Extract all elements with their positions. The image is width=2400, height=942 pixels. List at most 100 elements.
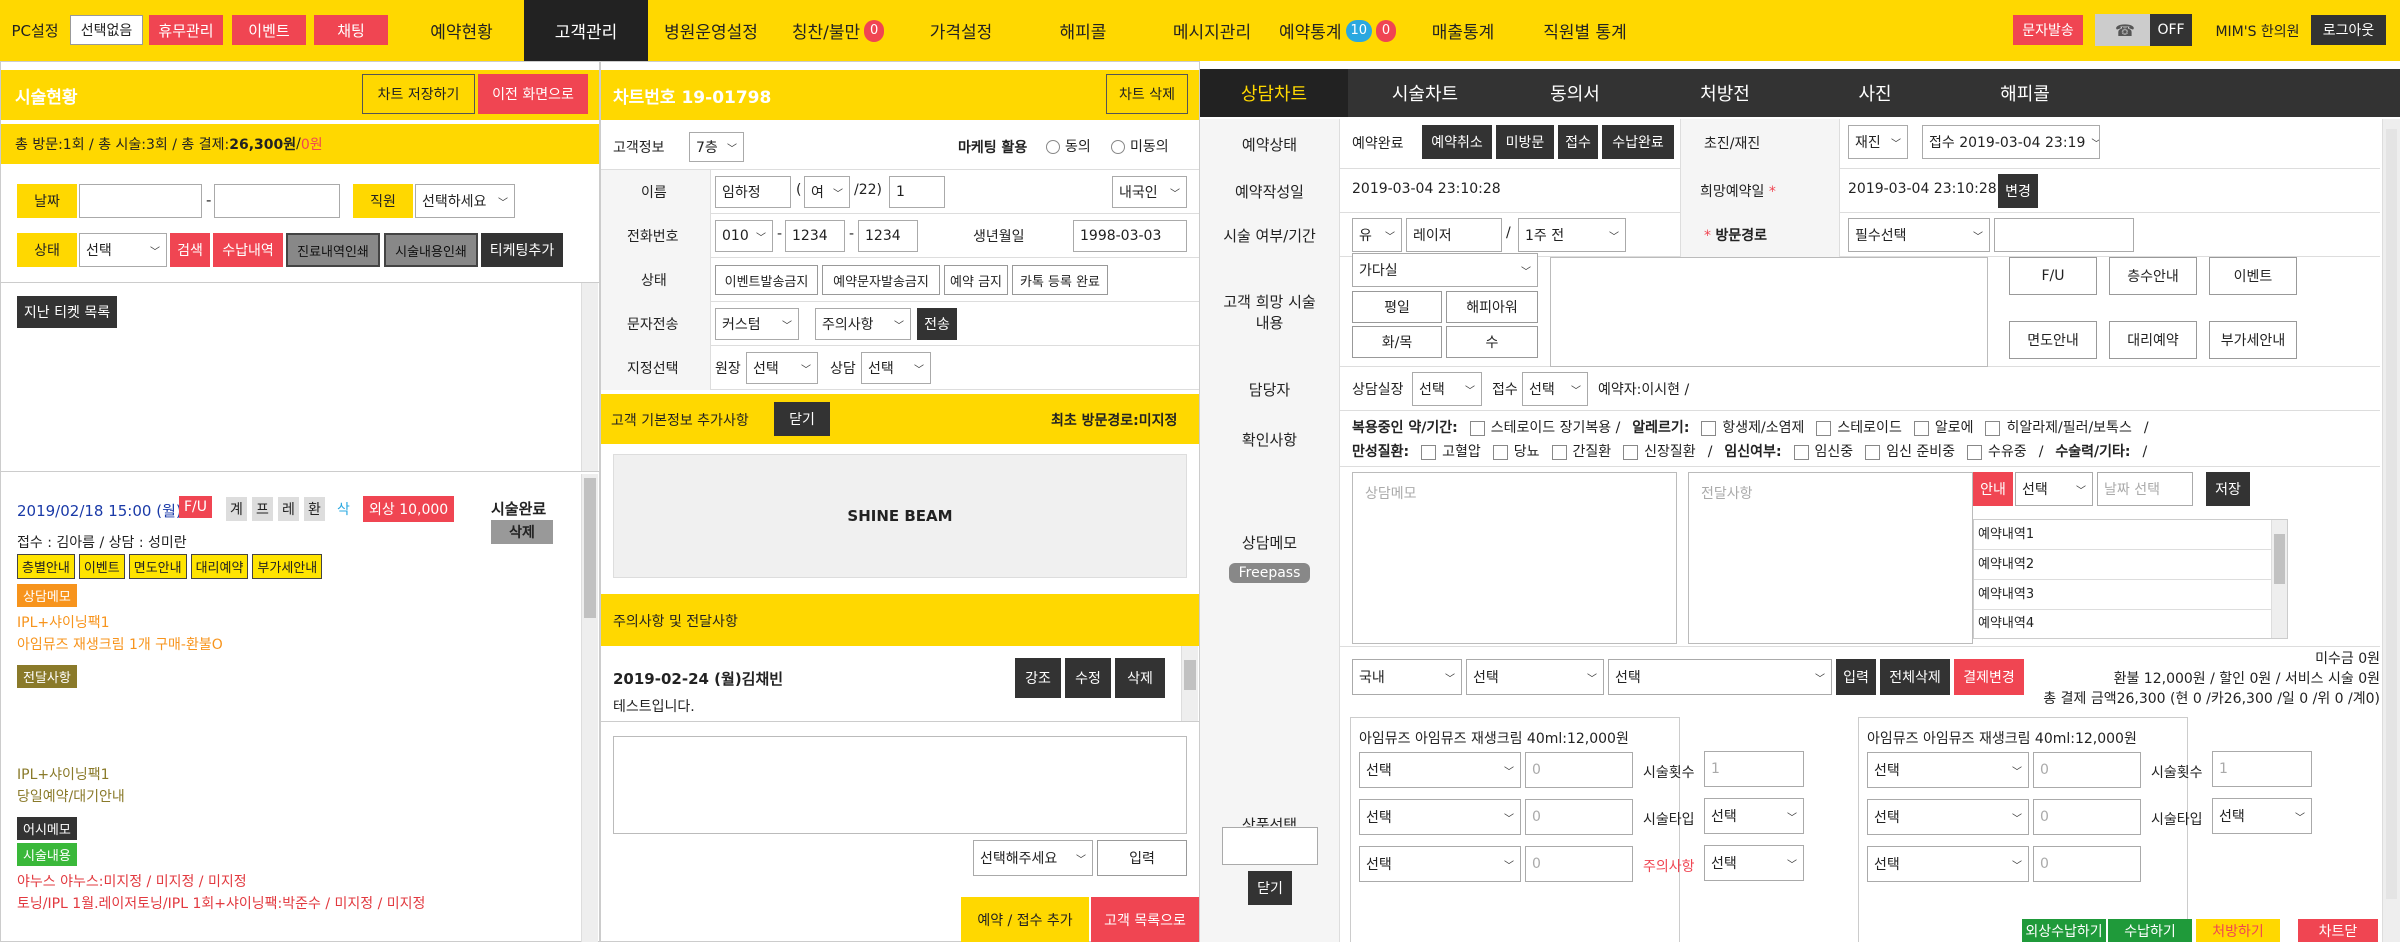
region-select[interactable]: 국내 ﹀ (1352, 659, 1462, 695)
ticket-add-button[interactable]: 티케팅추가 (481, 233, 563, 267)
check1-checkbox-3[interactable]: 항생제/소염제 (1701, 420, 1804, 436)
nav-sales-stats[interactable]: 매출통계 (1413, 0, 1513, 61)
visit-delete-button[interactable]: 삭제 (491, 520, 553, 544)
holiday-button[interactable]: 휴무관리 (149, 15, 223, 45)
notice-textarea[interactable] (613, 736, 1187, 834)
res-list-item[interactable]: 예약내역1 (1974, 520, 2287, 550)
visit-mark-0[interactable]: 계 (226, 497, 247, 521)
tab-prescription[interactable]: 처방전 (1650, 69, 1800, 117)
prescribe-button[interactable]: 처방하기 (2196, 919, 2280, 942)
route-extra-input[interactable] (1994, 218, 2134, 252)
checkbox-icon[interactable] (1793, 444, 1809, 460)
freepass-badge[interactable]: Freepass (1228, 562, 1311, 583)
tab-happycall[interactable]: 해피콜 (1950, 69, 2100, 117)
card2-qty-1[interactable]: 0 (2033, 752, 2141, 788)
right-scrollbar[interactable] (2382, 119, 2400, 942)
memo-textarea[interactable]: 상담메모 (1352, 472, 1677, 644)
card1-select-2[interactable]: 선택 ﹀ (1359, 799, 1521, 835)
card1-type-select[interactable]: 선택 ﹀ (1704, 798, 1804, 834)
checkbox-icon[interactable] (1421, 444, 1437, 460)
reception-time-select[interactable]: 접수 2019-03-04 23:19 ﹀ (1922, 125, 2100, 159)
name-input[interactable]: 임하정 (715, 176, 791, 208)
route-select[interactable]: 필수선택 ﹀ (1848, 218, 1990, 252)
treat-week-select[interactable]: 1주 전 ﹀ (1518, 218, 1626, 252)
check2-checkbox-3[interactable]: 간질환 (1551, 444, 1611, 460)
treat-type-input[interactable]: 레이저 (1406, 218, 1502, 252)
emphasis-button[interactable]: 강조 (1015, 658, 1061, 698)
info-vat-button[interactable]: 부가세안내 (2209, 321, 2297, 359)
card2-qty-2[interactable]: 0 (2033, 799, 2141, 835)
nav-price[interactable]: 가격설정 (905, 0, 1017, 61)
card1-select-1[interactable]: 선택 ﹀ (1359, 752, 1521, 788)
no-visit-button[interactable]: 미방문 (1496, 125, 1554, 159)
check2-checkbox-8[interactable]: 임신 준비중 (1865, 444, 1955, 460)
card2-select-2[interactable]: 선택 ﹀ (1867, 799, 2029, 835)
state-select[interactable]: 선택 ﹀ (79, 233, 167, 267)
check2-checkbox-1[interactable]: 고혈압 (1421, 444, 1481, 460)
paid-button[interactable]: 수납완료 (1602, 125, 1674, 159)
info-proxy-button[interactable]: 대리예약 (2109, 321, 2197, 359)
checkbox-icon[interactable] (1816, 420, 1832, 436)
notice-enter-button[interactable]: 입력 (1097, 840, 1187, 876)
phone-prefix-select[interactable]: 010 ﹀ (715, 220, 773, 252)
state-kakao[interactable]: 카톡 등록 완료 (1012, 265, 1108, 295)
date-to-input[interactable] (214, 184, 340, 218)
info-floor-button[interactable]: 층수안내 (2109, 257, 2197, 295)
day-tue-thu[interactable]: 화/목 (1352, 326, 1442, 358)
nav-message[interactable]: 메시지관리 (1152, 0, 1272, 61)
card2-select-3[interactable]: 선택 ﹀ (1867, 846, 2029, 882)
notice-pick-select[interactable]: 선택해주세요 ﹀ (973, 840, 1093, 876)
info-fu-button[interactable]: F/U (2009, 257, 2097, 295)
check2-checkbox-9[interactable]: 수유중 (1967, 444, 2027, 460)
relay-textarea[interactable]: 전달사항 (1688, 472, 1973, 644)
card1-count-input[interactable]: 1 (1704, 751, 1804, 787)
day-happyhour[interactable]: 해피아워 (1446, 291, 1538, 323)
card1-qty-3[interactable]: 0 (1525, 846, 1633, 882)
product-search-input[interactable] (1222, 827, 1318, 865)
chat-button[interactable]: 채팅 (314, 15, 388, 45)
check2-checkbox-7[interactable]: 임신중 (1793, 444, 1853, 460)
sms-topic-select[interactable]: 주의사항 ﹀ (815, 308, 911, 340)
card1-caution-select[interactable]: 선택 ﹀ (1704, 845, 1804, 881)
guide-save-button[interactable]: 저장 (2206, 472, 2250, 506)
visit-mark-2[interactable]: 레 (278, 497, 299, 521)
day-wed[interactable]: 수 (1446, 326, 1538, 358)
product-close-button[interactable]: 닫기 (1248, 871, 1292, 905)
info-shave-button[interactable]: 면도안내 (2009, 321, 2097, 359)
print-treatment-button[interactable]: 진료내역인쇄 (286, 233, 380, 267)
credit-pay-button[interactable]: 외상수납하기 (2022, 919, 2106, 942)
change-button[interactable]: 변경 (1998, 174, 2038, 208)
card2-count-input[interactable]: 1 (2212, 751, 2312, 787)
check2-checkbox-4[interactable]: 신장질환 (1623, 444, 1696, 460)
notice-edit-button[interactable]: 수정 (1065, 658, 1111, 698)
visit-scrollbar[interactable] (581, 474, 598, 942)
delete-chart-button[interactable]: 차트 삭제 (1106, 74, 1188, 114)
checkbox-icon[interactable] (1985, 420, 2001, 436)
check1-checkbox-6[interactable]: 히알라제/필러/보톡스 (1985, 420, 2132, 436)
checkbox-icon[interactable] (1967, 444, 1983, 460)
visit-mark-1[interactable]: 프 (252, 497, 273, 521)
checkbox-icon[interactable] (1701, 420, 1717, 436)
staff-select[interactable]: 선택하세요 ﹀ (415, 184, 515, 218)
phone-last-input[interactable]: 1234 (858, 220, 918, 252)
tab-treatment-chart[interactable]: 시술차트 (1350, 69, 1500, 117)
guide-button[interactable]: 안내 (1973, 472, 2013, 506)
notice-scrollbar[interactable] (1181, 646, 1198, 721)
disagree-radio[interactable]: 미동의 (1111, 136, 1169, 156)
revisit-select[interactable]: 재진 ﹀ (1848, 125, 1908, 159)
guide-select[interactable]: 선택 ﹀ (2015, 472, 2093, 506)
tab-consult-chart[interactable]: 상담차트 (1200, 69, 1348, 117)
nav-praise[interactable]: 칭찬/불만 0 (778, 0, 898, 61)
date-from-input[interactable] (79, 184, 202, 218)
visit-mark-3[interactable]: 환 (304, 497, 325, 521)
pay-button[interactable]: 수납하기 (2108, 919, 2192, 942)
checkbox-icon[interactable] (1913, 420, 1929, 436)
chart-close-button[interactable]: 차트닫 (2298, 919, 2378, 942)
phone-toggle[interactable]: ☎ (2095, 14, 2155, 46)
counsel-select[interactable]: 선택 ﹀ (861, 352, 931, 384)
info-event-button[interactable]: 이벤트 (2209, 257, 2297, 295)
gender-select[interactable]: 여 ﹀ (804, 176, 850, 208)
customer-list-button[interactable]: 고객 목록으로 (1091, 897, 1199, 942)
notice-delete-button[interactable]: 삭제 (1115, 658, 1165, 698)
pay-history-button[interactable]: 수납내역 (213, 233, 283, 267)
